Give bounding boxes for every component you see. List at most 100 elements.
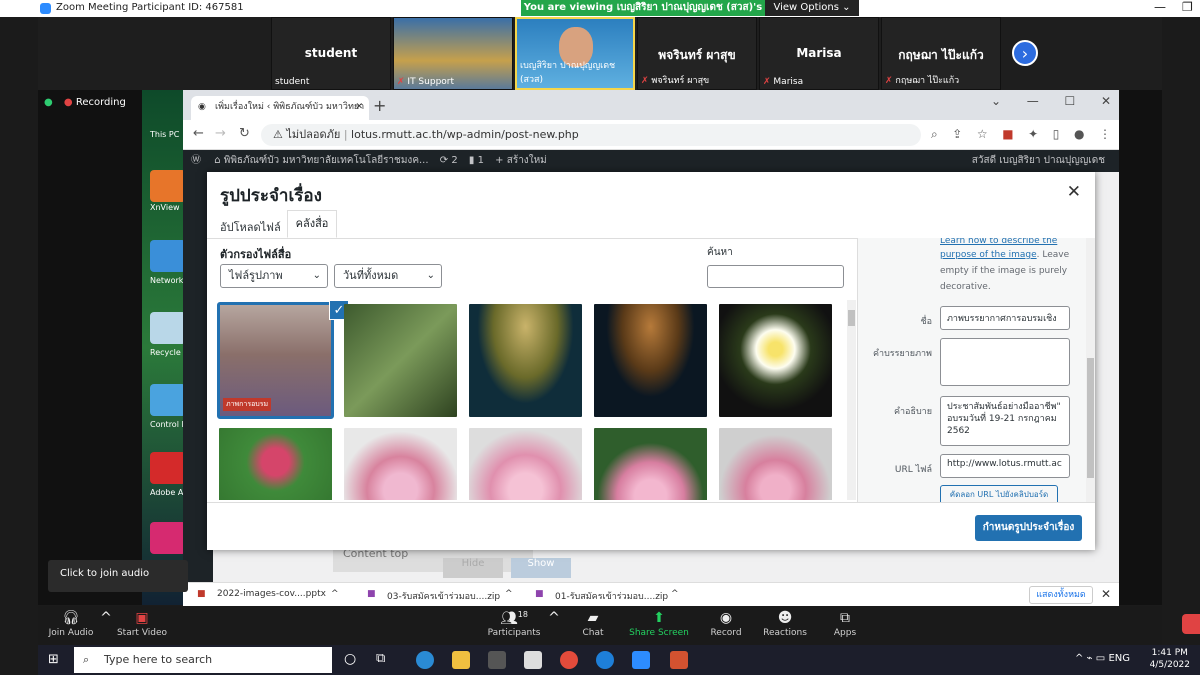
chevron-up-icon[interactable]: ^ (671, 589, 679, 599)
comments-icon[interactable]: ▮ (469, 155, 475, 166)
forward-icon[interactable]: → (215, 126, 226, 141)
download-item[interactable]: 2022-images-cov....pptx (217, 589, 326, 599)
acrobat-icon[interactable] (150, 452, 186, 484)
view-options-button[interactable]: View Options ⌄ (765, 0, 859, 16)
reactions-button[interactable]: ☻ Reactions (762, 610, 808, 638)
details-scrollbar[interactable] (1086, 238, 1095, 502)
zoom-app-icon[interactable] (632, 651, 650, 669)
taskbar-search[interactable]: ⌕ Type here to search (74, 647, 332, 673)
grid-scrollbar[interactable] (847, 300, 856, 500)
describe-image-link[interactable]: Learn how to describe the (940, 238, 1057, 246)
side-panel-icon[interactable]: ▯ (1053, 127, 1060, 142)
bookmark-star-icon[interactable]: ☆ (977, 127, 988, 142)
chrome-icon[interactable] (560, 651, 578, 669)
updates-icon[interactable]: ⟳ (440, 155, 448, 166)
file-url-field[interactable]: http://www.lotus.rmutt.ac (940, 454, 1070, 478)
filter-date-select[interactable]: วันที่ทั้งหมด ⌄ (334, 264, 442, 288)
leave-button[interactable] (1182, 614, 1200, 634)
wp-new-link[interactable]: สร้างใหม่ (507, 155, 547, 166)
close-tab-icon[interactable]: ✕ (355, 96, 363, 118)
participant-tile[interactable]: student student (271, 17, 391, 90)
wp-greeting[interactable]: สวัสดี เบญสิริยา ปาณปุญญเดช (972, 150, 1105, 172)
description-field[interactable]: ประชาสัมพันธ์อย่างมืออาชีพ" อบรมวันที่ 1… (940, 396, 1070, 446)
chevron-up-icon[interactable]: ^ (505, 589, 513, 599)
browser-tab[interactable]: ◉ เพิ่มเรื่องใหม่ ‹ พิพิธภัณฑ์บัว มหาวิท… (191, 96, 369, 120)
windows-start-icon[interactable]: ⊞ (48, 652, 59, 667)
next-participants-arrow-icon[interactable]: › (1012, 40, 1038, 66)
recycle-bin-icon[interactable] (150, 312, 186, 344)
file-explorer-icon[interactable] (452, 651, 470, 669)
restore-icon[interactable]: ❐ (1182, 0, 1193, 14)
close-icon[interactable]: ✕ (1067, 182, 1081, 202)
url-bar[interactable]: ⚠ ไม่ปลอดภัย | lotus.rmutt.ac.th/wp-admi… (261, 124, 921, 146)
audio-options-chevron[interactable]: ^ (100, 610, 112, 628)
hide-button[interactable]: Hide (443, 558, 503, 578)
edge-icon[interactable] (416, 651, 434, 669)
participants-button[interactable]: 👥︎18 Participants (486, 610, 542, 638)
download-item[interactable]: 01-รับสมัครเข้าร่วมอบ....zip (555, 589, 668, 603)
copy-url-button[interactable]: คัดลอก URL ไปยังคลิปบอร์ด (940, 485, 1058, 502)
media-thumbnail-selected[interactable]: ภาพการอบรม ✓ (217, 300, 349, 419)
xnview-icon[interactable] (150, 170, 186, 202)
control-panel-icon[interactable] (150, 384, 186, 416)
back-icon[interactable]: ← (193, 126, 204, 141)
participant-tile-active-speaker[interactable]: เบญสิริยา ปาณปุญญเดช (สวส) (515, 17, 635, 90)
participant-tile[interactable]: Marisa ✗ Marisa (759, 17, 879, 90)
maximize-icon[interactable]: ☐ (1064, 94, 1075, 108)
menu-kebab-icon[interactable]: ⋮ (1099, 127, 1111, 142)
task-view-icon[interactable]: ⧉ (376, 651, 385, 666)
participants-options-chevron[interactable]: ^ (548, 610, 560, 628)
chevron-up-icon[interactable]: ^ (331, 589, 339, 599)
join-audio-button[interactable]: 🎧︎ Join Audio (46, 610, 96, 638)
reload-icon[interactable]: ↻ (239, 126, 250, 141)
profile-avatar[interactable]: ● (1074, 127, 1084, 142)
powerpoint-icon[interactable] (670, 651, 688, 669)
mail-icon[interactable] (524, 651, 542, 669)
new-tab-icon[interactable]: + (373, 96, 386, 115)
media-thumbnail[interactable] (344, 304, 457, 417)
media-thumbnail[interactable] (469, 428, 582, 500)
close-icon[interactable]: ✕ (1101, 94, 1111, 108)
minimize-icon[interactable]: — (1027, 94, 1039, 108)
window-controls[interactable]: — ❐ (1140, 0, 1200, 17)
share-screen-button[interactable]: ⬆ Share Screen (628, 610, 690, 638)
share-icon[interactable]: ⇪ (952, 127, 962, 142)
search-input[interactable] (707, 265, 844, 288)
media-thumbnail[interactable] (469, 304, 582, 417)
media-thumbnail[interactable] (719, 304, 832, 417)
tab-upload[interactable]: อัปโหลดไฟล์ (220, 218, 281, 236)
start-video-button[interactable]: ▣ Start Video (116, 610, 168, 638)
creative-cloud-icon[interactable] (150, 522, 186, 554)
wordpress-icon[interactable]: Ⓦ (191, 155, 201, 166)
caption-field[interactable] (940, 338, 1070, 386)
store-icon[interactable] (488, 651, 506, 669)
tab-media-library[interactable]: คลังสื่อ (287, 210, 337, 238)
system-tray[interactable]: ^ ⌁ ▭ ENG (1075, 653, 1130, 664)
record-button[interactable]: ◉ Record (706, 610, 746, 638)
participant-tile[interactable]: ✗ IT Support (393, 17, 513, 90)
chat-button[interactable]: ▰ Chat (576, 610, 610, 638)
title-field[interactable]: ภาพบรรยากาศการอบรมเชิง (940, 306, 1070, 330)
filter-type-select[interactable]: ไฟล์รูปภาพ ⌄ (220, 264, 328, 288)
download-item[interactable]: 03-รับสมัครเข้าร่วมอบ....zip (387, 589, 500, 603)
extension-new-icon[interactable]: ■ (1002, 127, 1013, 142)
media-thumbnail[interactable] (719, 428, 832, 500)
apps-button[interactable]: ⧉ Apps (828, 610, 862, 638)
zoom-magnifier-icon[interactable]: ⌕ (931, 127, 938, 142)
language-indicator[interactable]: ENG (1108, 653, 1130, 664)
minimize-icon[interactable]: — (1154, 0, 1166, 14)
media-thumbnail[interactable] (594, 304, 707, 417)
extensions-puzzle-icon[interactable]: ✦ (1028, 127, 1038, 142)
purpose-link[interactable]: purpose of the image (940, 250, 1037, 260)
clock[interactable]: 1:41 PM 4/5/2022 (1150, 647, 1190, 671)
show-button[interactable]: Show (511, 558, 571, 578)
show-all-downloads-button[interactable]: แสดงทั้งหมด (1029, 586, 1093, 604)
media-thumbnail[interactable] (594, 428, 707, 500)
network-icon[interactable] (150, 240, 186, 272)
participant-tile[interactable]: กฤษฌา ไป๊ะแก้ว ✗ กฤษฌา ไป๊ะแก้ว (881, 17, 1001, 90)
edge-dev-icon[interactable] (596, 651, 614, 669)
set-featured-image-button[interactable]: กำหนดรูปประจำเรื่อง (975, 515, 1082, 541)
media-thumbnail[interactable] (344, 428, 457, 500)
media-thumbnail[interactable] (219, 428, 332, 500)
tab-search-icon[interactable]: ⌄ (991, 94, 1001, 108)
